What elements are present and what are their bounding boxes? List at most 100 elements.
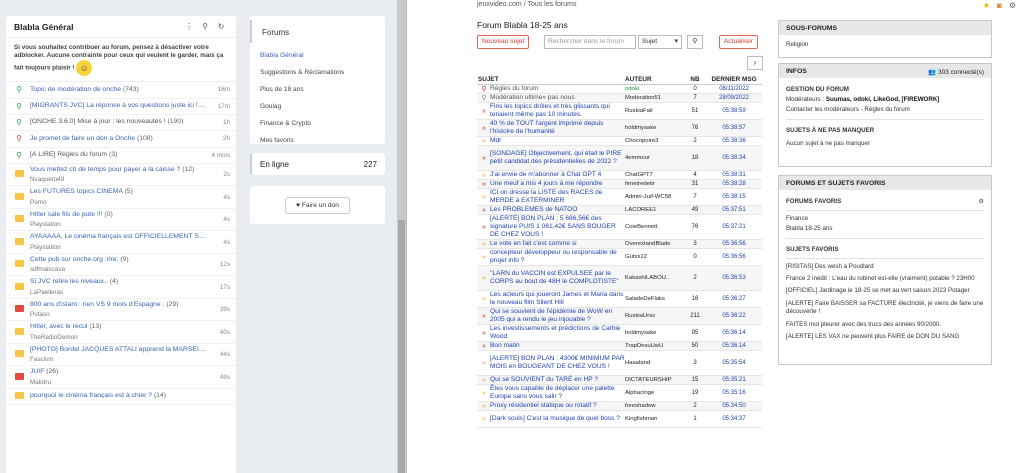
topic-title[interactable]: Êtes vous capable de déplacer une palett…	[490, 385, 625, 401]
next-page-button[interactable]: ›	[747, 56, 763, 70]
topic-author[interactable]: Putaso	[30, 311, 206, 318]
topic-author[interactable]: Nvaquero49	[30, 176, 206, 183]
forum-link[interactable]: Suggestions & Réclamations	[250, 64, 385, 81]
table-row[interactable]: ⚲ Règles du forum odoki 0 08/11/2022	[477, 85, 762, 94]
topic-author[interactable]: Porno	[30, 199, 206, 206]
table-row[interactable]: » Qui se souvient de l'épidémie de WoW en…	[477, 308, 762, 325]
topic-title[interactable]: [ALERTE] BON PLAN : 4300€ MINIMUM PAR MO…	[490, 355, 625, 371]
topic-title[interactable]: J'ai envie de m'abonner à Chat GPT 4	[490, 171, 601, 179]
topic-title[interactable]: Qui se souvient de l'épidémie de WoW en …	[490, 308, 625, 324]
topic-title[interactable]: Mdr	[490, 137, 501, 145]
last-message[interactable]: 05:36:56	[706, 254, 762, 260]
topic-row[interactable]: Cette pub sur onche.org :rire: (9) sdfmai…	[6, 254, 236, 277]
topic-title[interactable]: Modération ultime» pas nous	[490, 94, 575, 102]
topic-title[interactable]: 40 % de TOUT l'argent imprimé depuis l'h…	[490, 120, 625, 136]
topic-author[interactable]: KakashiLABOU..	[625, 275, 684, 281]
topic-title[interactable]: Les acteurs qui joueront James et Maria …	[490, 291, 625, 307]
topic-row[interactable]: Si JVC retire les niveaux.. (4) LaPaeller…	[6, 276, 236, 299]
topic-title[interactable]: Hitler, avec le recul (13)	[30, 323, 206, 331]
favorite-topic[interactable]: FAITES moi pleurer avec des trucs des an…	[779, 320, 991, 330]
forum-link[interactable]: Mes favoris	[250, 132, 385, 149]
favorite-topic[interactable]: [RISITAS] Des wesh à Poudlard	[779, 262, 991, 272]
topic-row[interactable]: ⚲ Topic de modération de onche (743) 16m	[6, 82, 236, 99]
table-row[interactable]: » Mdr Chocopoire3 2 05:38:36	[477, 137, 762, 146]
table-row[interactable]: » Le vote en fait c'est comme si Overextan…	[477, 240, 762, 249]
search-type-select[interactable]: Sujet	[638, 35, 682, 49]
table-row[interactable]: » "LARN du VACCIN est EXPULSEE par le COR…	[477, 266, 762, 291]
search-button[interactable]: ⚲	[687, 35, 703, 49]
topic-row[interactable]: [PHOTO] Bordel JACQUES ATTALI apprend la…	[6, 344, 236, 367]
topic-author[interactable]: fenetredetir	[625, 181, 684, 187]
topic-row[interactable]: Hitler, avec le recul (13) TheRadioDemon 4…	[6, 321, 236, 344]
topic-author[interactable]: ChatGPT7	[625, 172, 684, 178]
topic-author[interactable]: DICTATEURSHIP	[625, 377, 684, 383]
forum-link[interactable]: Goulag	[250, 98, 385, 115]
topic-title[interactable]: Topic de modération de onche (743)	[30, 86, 206, 94]
favorite-forum[interactable]: Blabla 18-25 ans	[779, 224, 991, 234]
topic-title[interactable]: 800 ans d'islam : rien VS 9 mois d'Espag…	[30, 301, 206, 309]
last-message[interactable]: 05:37:51	[706, 207, 762, 213]
topic-author[interactable]: odoki	[625, 86, 684, 92]
topic-author[interactable]: RuskiaUrss	[625, 313, 684, 319]
topic-title[interactable]: AYAAAAA, Le cinéma français est OFFICIEL…	[30, 233, 206, 241]
topic-title[interactable]: Proxy résidentiel statique ou rotatif ?	[490, 402, 597, 410]
topic-row[interactable]: pourquoi le cinéma français est à chier …	[6, 389, 236, 406]
table-row[interactable]: » Une meuf a mis 4 jours à me répondre fen…	[477, 180, 762, 189]
favorite-topic[interactable]: [OFFICIEL] Jardinage le 18-25 se met au …	[779, 286, 991, 296]
topic-title[interactable]: Vous mettez cb de temps pour payer a la …	[30, 166, 206, 174]
topic-title[interactable]: Si JVC retire les niveaux.. (4)	[30, 278, 206, 286]
topic-row[interactable]: ⚲ [À LIRE] Règles du forum (3) 4 mois	[6, 148, 236, 164]
topic-author[interactable]: CoieBennett	[625, 224, 684, 230]
last-message[interactable]: 05:38:36	[706, 138, 762, 144]
table-row[interactable]: » ICI on dresse la LISTE des RACES de MER…	[477, 189, 762, 206]
topic-author[interactable]: Playstation	[30, 244, 206, 251]
table-row[interactable]: » Les acteurs qui joueront James et Maria…	[477, 291, 762, 308]
topic-title[interactable]: Qui se SOUVIENT du TARÉ en HP ?	[490, 376, 598, 384]
topic-row[interactable]: ⚲ Je promet de faire un don a Onche (108)…	[6, 131, 236, 148]
topic-author[interactable]: Alphacinge	[625, 390, 684, 396]
more-vertical-icon[interactable]: ⋮	[182, 22, 196, 31]
topic-title[interactable]: "LARN du VACCIN est EXPULSEE par le CORP…	[490, 270, 625, 286]
donate-button[interactable]: ♥ Faire un don	[285, 196, 350, 214]
table-row[interactable]: » Les investissements et prédictions de C…	[477, 325, 762, 342]
table-row[interactable]: » 40 % de TOUT l'argent imprimé depuis l'…	[477, 120, 762, 137]
topic-author[interactable]: Admin-Juif-WC58	[625, 194, 684, 200]
breadcrumb[interactable]: jeuxvideo.com / Tous les forums	[477, 1, 576, 8]
table-row[interactable]: ⚲ Modération ultime» pas nous Moderation51…	[477, 94, 762, 103]
favorite-forum[interactable]: Finance	[779, 214, 991, 224]
topic-title[interactable]: pourquoi le cinéma français est à chier …	[30, 392, 206, 400]
topic-row[interactable]: Hitler sale fils de pute !!! (0) Playstat…	[6, 209, 236, 232]
topic-author[interactable]: TheRadioDemon	[30, 334, 206, 341]
topic-title[interactable]: JUIF (26)	[30, 368, 206, 376]
topic-title[interactable]: [Dark souls] C'est la musique de quel bo…	[490, 415, 620, 423]
topic-title[interactable]: [À LIRE] Règles du forum (3)	[30, 151, 206, 159]
gear-icon[interactable]: ⚙	[978, 198, 984, 205]
topic-title[interactable]: Les PROBLEMES de NATOO	[490, 206, 577, 214]
topic-author[interactable]: LACOREE1	[625, 207, 684, 213]
refresh-icon[interactable]: ↻	[214, 22, 228, 31]
last-message[interactable]: 28/09/2022	[706, 95, 762, 101]
scrollbar-thumb[interactable]	[398, 220, 405, 473]
refresh-button[interactable]: Actualiser	[719, 35, 758, 49]
table-row[interactable]: » J'ai envie de m'abonner à Chat GPT 4 Cha…	[477, 171, 762, 180]
topic-title[interactable]: [PHOTO] Bordel JACQUES ATTALI apprend la…	[30, 346, 206, 354]
topic-row[interactable]: AYAAAAA, Le cinéma français est OFFICIEL…	[6, 231, 236, 254]
table-row[interactable]: » [SONDAGE] Objectivement, qui était le P…	[477, 146, 762, 171]
topic-author[interactable]: Haaaland	[625, 360, 684, 366]
table-row[interactable]: » [ALERTE] BON PLAN : 4300€ MINIMUM PAR M…	[477, 351, 762, 376]
last-message[interactable]: 05:35:54	[706, 360, 762, 366]
topic-author[interactable]: foreshadow	[625, 403, 684, 409]
topic-author[interactable]: Kingfishman	[625, 416, 684, 422]
topic-row[interactable]: Vous mettez cb de temps pour payer a la …	[6, 164, 236, 187]
topic-author[interactable]: Chocopoire3	[625, 138, 684, 144]
topic-title[interactable]: Règles du forum	[490, 85, 538, 93]
topic-title[interactable]: [SONDAGE] Objectivement, qui était le PI…	[490, 150, 625, 166]
topic-title[interactable]: Cette pub sur onche.org :rire: (9)	[30, 256, 206, 264]
last-message[interactable]: 05:36:14	[706, 343, 762, 349]
topic-title[interactable]: Le vote en fait c'est comme si	[490, 240, 577, 248]
topic-author[interactable]: RuskiaFail	[625, 108, 684, 114]
topic-row[interactable]: 800 ans d'islam : rien VS 9 mois d'Espag…	[6, 299, 236, 322]
table-row[interactable]: » [Dark souls] C'est la musique de quel b…	[477, 411, 762, 428]
topic-title[interactable]: [ONCHE 3.6.0] Mise à jour : les nouveaut…	[30, 118, 206, 126]
last-message[interactable]: 05:38:28	[706, 181, 762, 187]
